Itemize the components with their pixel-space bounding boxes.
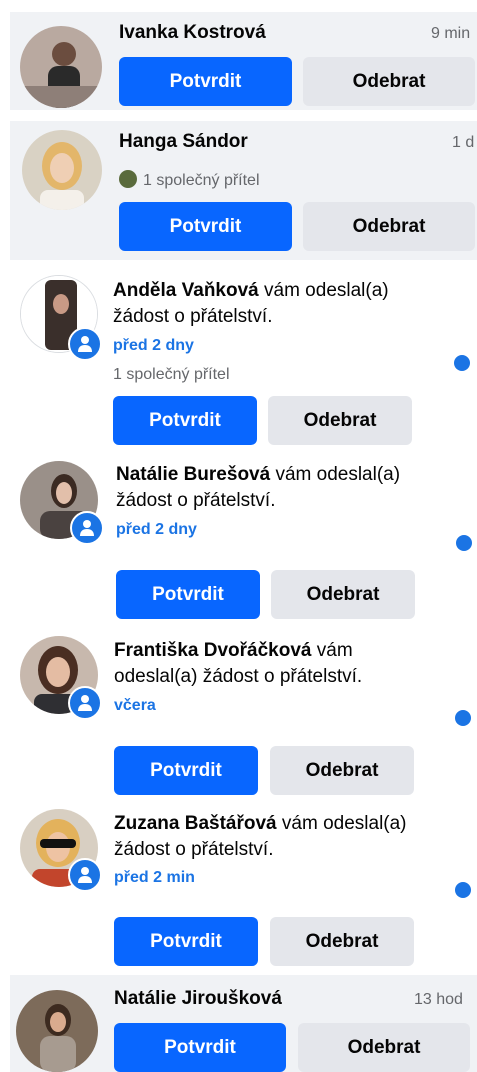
remove-button[interactable]: Odebrat (268, 396, 412, 445)
requester-name[interactable]: Natálie Jiroušková (114, 988, 282, 1010)
requester-name[interactable]: Ivanka Kostrová (119, 22, 266, 44)
requester-name[interactable]: Hanga Sándor (119, 131, 248, 153)
friend-request-person-icon (68, 686, 102, 720)
confirm-button[interactable]: Potvrdit (119, 202, 292, 251)
mutual-friends-label: 1 společný přítel (143, 172, 260, 189)
request-time: včera (114, 697, 156, 714)
request-time: 13 hod (414, 991, 463, 1008)
mutual-friends[interactable]: 1 společný přítel (113, 366, 230, 384)
request-time: před 2 dny (113, 337, 194, 354)
unread-dot-icon (454, 355, 470, 371)
friend-request-person-icon (68, 858, 102, 892)
request-time: před 2 dny (116, 521, 197, 538)
unread-dot-icon (455, 882, 471, 898)
request-message[interactable]: Františka Dvořáčková vám odeslal(a) žádo… (114, 638, 414, 690)
remove-button[interactable]: Odebrat (303, 57, 475, 106)
requester-name[interactable]: Františka Dvořáčková (114, 640, 312, 661)
friend-request-person-icon (68, 327, 102, 361)
request-message[interactable]: Anděla Vaňková vám odeslal(a) žádost o p… (113, 278, 433, 330)
remove-button[interactable]: Odebrat (270, 917, 414, 966)
confirm-button[interactable]: Potvrdit (116, 570, 260, 619)
friend-request-person-icon (70, 511, 104, 545)
requester-name[interactable]: Zuzana Baštářová (114, 813, 277, 834)
avatar[interactable] (22, 130, 102, 210)
requester-name[interactable]: Natálie Burešová (116, 464, 270, 485)
request-time: 1 d (452, 134, 475, 151)
requester-name[interactable]: Anděla Vaňková (113, 280, 259, 301)
avatar[interactable] (20, 26, 102, 108)
avatar[interactable] (16, 990, 98, 1072)
request-message[interactable]: Zuzana Baštářová vám odeslal(a) žádost o… (114, 811, 444, 863)
unread-dot-icon (456, 535, 472, 551)
request-time: 9 min (431, 25, 471, 42)
confirm-button[interactable]: Potvrdit (114, 746, 258, 795)
unread-dot-icon (455, 710, 471, 726)
confirm-button[interactable]: Potvrdit (119, 57, 292, 106)
remove-button[interactable]: Odebrat (271, 570, 415, 619)
confirm-button[interactable]: Potvrdit (114, 1023, 286, 1072)
confirm-button[interactable]: Potvrdit (113, 396, 257, 445)
request-time: před 2 min (114, 869, 195, 886)
confirm-button[interactable]: Potvrdit (114, 917, 258, 966)
mutual-friend-avatar (119, 170, 137, 188)
remove-button[interactable]: Odebrat (298, 1023, 470, 1072)
request-message[interactable]: Natálie Burešová vám odeslal(a) žádost o… (116, 462, 436, 514)
mutual-friends[interactable]: 1 společný přítel (119, 170, 260, 190)
remove-button[interactable]: Odebrat (270, 746, 414, 795)
remove-button[interactable]: Odebrat (303, 202, 475, 251)
